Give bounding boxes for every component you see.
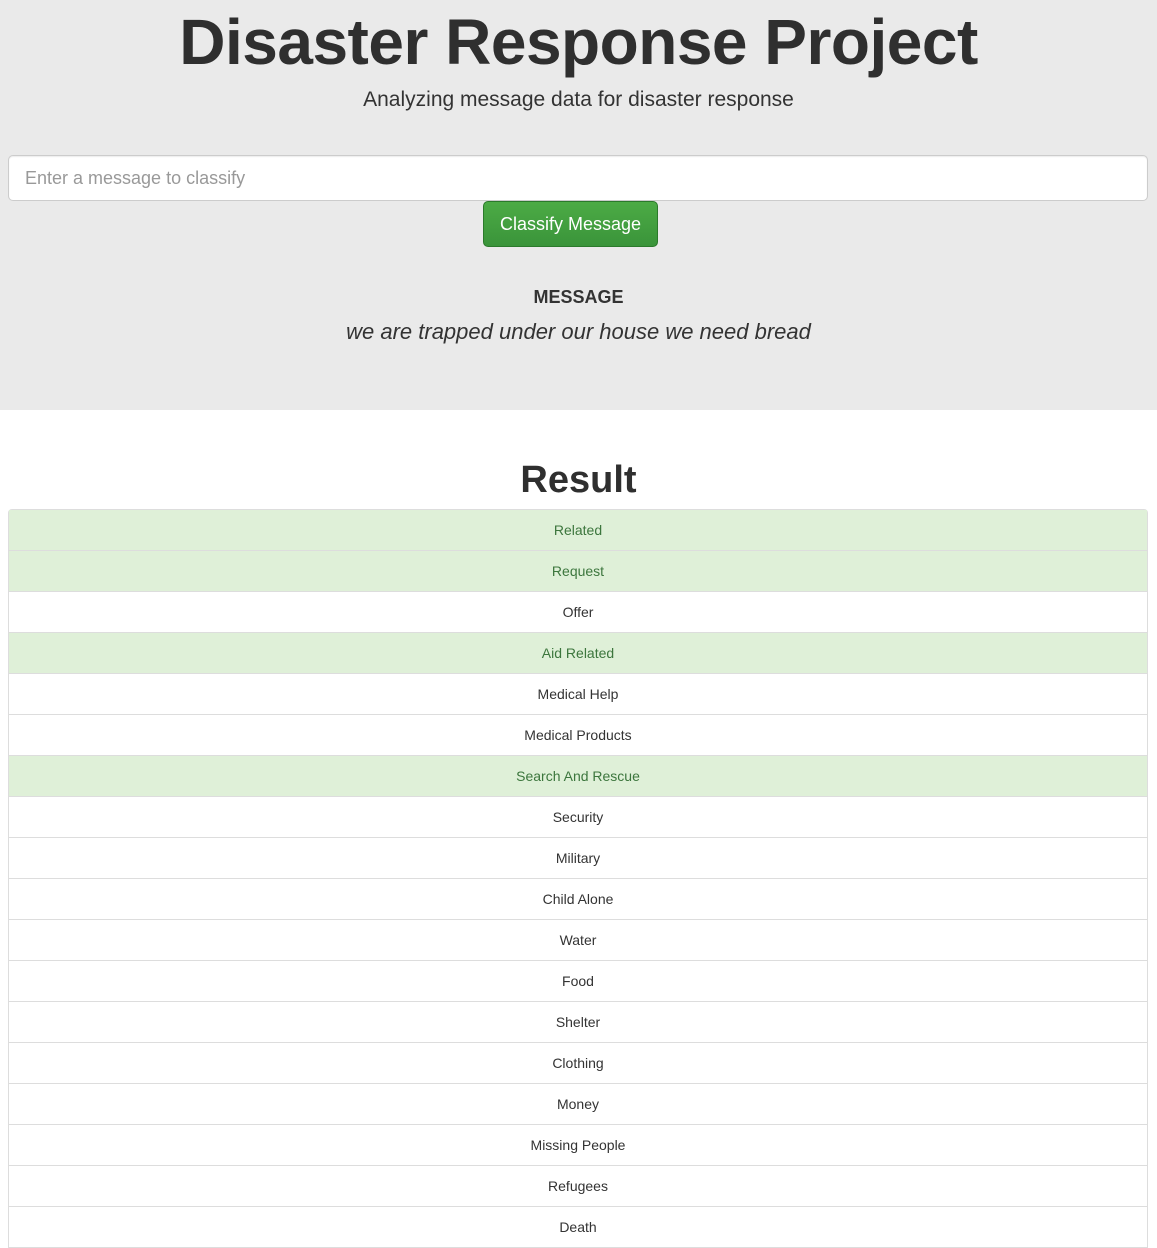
- result-item: Water: [9, 920, 1147, 961]
- result-item: Search And Rescue: [9, 756, 1147, 797]
- result-item: Medical Products: [9, 715, 1147, 756]
- page-title: Disaster Response Project: [179, 6, 978, 78]
- result-item: Child Alone: [9, 879, 1147, 920]
- result-title: Result: [520, 459, 637, 501]
- result-item: Missing People: [9, 1125, 1147, 1166]
- result-item: Refugees: [9, 1166, 1147, 1207]
- result-item: Shelter: [9, 1002, 1147, 1043]
- result-item: Food: [9, 961, 1147, 1002]
- result-item: Security: [9, 797, 1147, 838]
- result-item: Offer: [9, 592, 1147, 633]
- result-item: Aid Related: [9, 633, 1147, 674]
- result-item: Military: [9, 838, 1147, 879]
- message-heading: MESSAGE: [533, 287, 624, 307]
- page-subtitle: Analyzing message data for disaster resp…: [363, 88, 794, 111]
- result-item: Medical Help: [9, 674, 1147, 715]
- message-text: we are trapped under our house we need b…: [346, 319, 811, 344]
- result-item: Request: [9, 551, 1147, 592]
- message-input[interactable]: [8, 155, 1148, 201]
- classify-message-button[interactable]: Classify Message: [483, 201, 658, 247]
- result-item: Money: [9, 1084, 1147, 1125]
- jumbotron-header: Disaster Response Project Analyzing mess…: [0, 0, 1157, 410]
- result-item: Related: [9, 510, 1147, 551]
- result-item: Clothing: [9, 1043, 1147, 1084]
- result-list: Related Request Offer Aid Related Medical He…: [8, 509, 1148, 1248]
